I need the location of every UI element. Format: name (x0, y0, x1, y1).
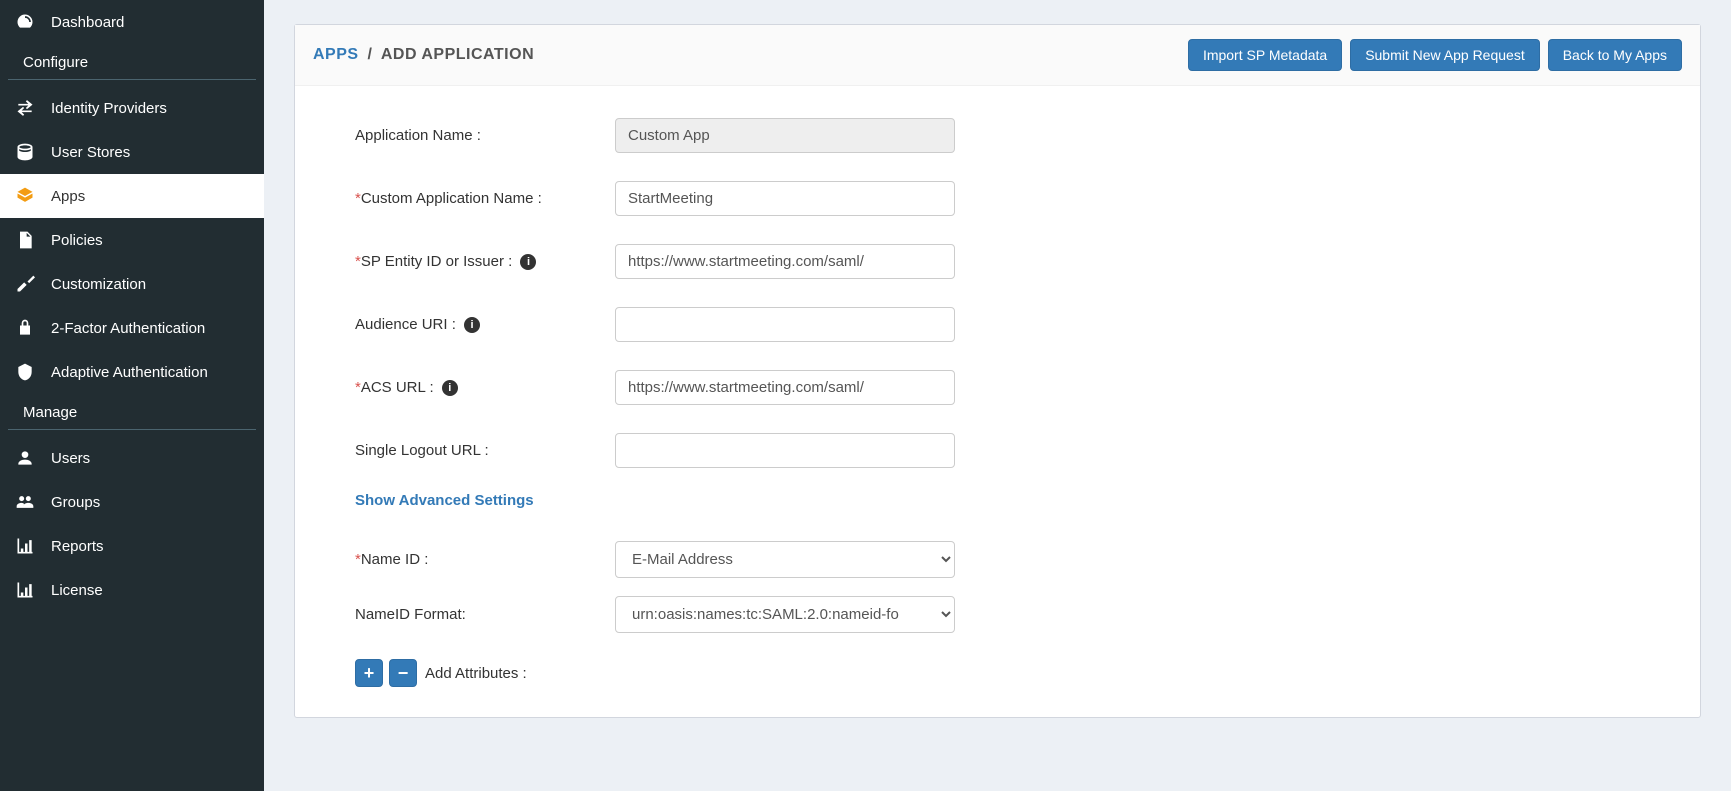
page-header: APPS / ADD APPLICATION Import SP Metadat… (295, 25, 1700, 86)
label-custom-app-name: *Custom Application Name : (355, 190, 615, 207)
label-text: Custom Application Name : (361, 190, 542, 207)
idp-icon (15, 98, 35, 118)
sidebar-item-license[interactable]: License (0, 568, 264, 612)
sidebar-heading-manage: Manage (8, 394, 256, 430)
sidebar-label: Groups (51, 494, 100, 511)
reports-icon (15, 536, 35, 556)
header-button-row: Import SP Metadata Submit New App Reques… (1188, 39, 1682, 71)
breadcrumb-current: ADD APPLICATION (381, 46, 534, 63)
import-sp-metadata-button[interactable]: Import SP Metadata (1188, 39, 1342, 71)
label-audience-uri: Audience URI : i (355, 316, 615, 333)
sidebar-item-groups[interactable]: Groups (0, 480, 264, 524)
input-application-name (615, 118, 955, 153)
sidebar-item-dashboard[interactable]: Dashboard (0, 0, 264, 44)
row-application-name: Application Name : (355, 104, 1640, 167)
sidebar-item-users[interactable]: Users (0, 436, 264, 480)
users-icon (15, 448, 35, 468)
remove-attribute-button[interactable]: − (389, 659, 417, 687)
input-sp-entity-id[interactable] (615, 244, 955, 279)
row-acs-url: *ACS URL : i (355, 356, 1640, 419)
sidebar-label: Apps (51, 188, 85, 205)
breadcrumb-sep: / (364, 46, 377, 63)
sidebar-label: Identity Providers (51, 100, 167, 117)
submit-new-app-request-button[interactable]: Submit New App Request (1350, 39, 1540, 71)
sidebar-item-user-stores[interactable]: User Stores (0, 130, 264, 174)
label-application-name: Application Name : (355, 127, 615, 144)
sidebar-item-2fa[interactable]: 2-Factor Authentication (0, 306, 264, 350)
apps-icon (15, 186, 35, 206)
add-attribute-button[interactable]: + (355, 659, 383, 687)
policies-icon (15, 230, 35, 250)
info-icon[interactable]: i (520, 254, 536, 270)
label-sp-entity-id: *SP Entity ID or Issuer : i (355, 253, 615, 270)
sidebar-label: Users (51, 450, 90, 467)
row-single-logout-url: Single Logout URL : (355, 419, 1640, 482)
label-text: Audience URI : (355, 316, 456, 333)
select-nameid-format[interactable]: urn:oasis:names:tc:SAML:2.0:nameid-fo (615, 596, 955, 633)
main-content: APPS / ADD APPLICATION Import SP Metadat… (264, 0, 1731, 791)
userstore-icon (15, 142, 35, 162)
sidebar-item-apps[interactable]: Apps (0, 174, 264, 218)
plus-icon: + (364, 663, 375, 684)
sidebar-label: Dashboard (51, 14, 124, 31)
breadcrumb: APPS / ADD APPLICATION (313, 46, 534, 64)
sidebar-label: Adaptive Authentication (51, 364, 208, 381)
label-nameid-format: NameID Format: (355, 606, 615, 623)
input-acs-url[interactable] (615, 370, 955, 405)
sidebar-item-identity-providers[interactable]: Identity Providers (0, 86, 264, 130)
info-icon[interactable]: i (464, 317, 480, 333)
input-custom-app-name[interactable] (615, 181, 955, 216)
sidebar-item-reports[interactable]: Reports (0, 524, 264, 568)
sidebar-heading-configure: Configure (8, 44, 256, 80)
groups-icon (15, 492, 35, 512)
input-single-logout-url[interactable] (615, 433, 955, 468)
label-text: ACS URL : (361, 379, 434, 396)
row-add-attributes: + − Add Attributes : (355, 647, 1640, 687)
sidebar-label: Customization (51, 276, 146, 293)
back-to-my-apps-button[interactable]: Back to My Apps (1548, 39, 1682, 71)
sidebar-label: Reports (51, 538, 104, 555)
form-body: Application Name : *Custom Application N… (295, 86, 1700, 717)
row-sp-entity-id: *SP Entity ID or Issuer : i (355, 230, 1640, 293)
sidebar-label: 2-Factor Authentication (51, 320, 205, 337)
dashboard-icon (15, 12, 35, 32)
row-name-id: *Name ID : E-Mail Address (355, 527, 1640, 592)
label-text: SP Entity ID or Issuer : (361, 253, 512, 270)
page-card: APPS / ADD APPLICATION Import SP Metadat… (294, 24, 1701, 718)
sidebar-label: User Stores (51, 144, 130, 161)
sidebar-label: License (51, 582, 103, 599)
adaptive-icon (15, 362, 35, 382)
label-add-attributes: Add Attributes : (425, 665, 527, 682)
show-advanced-settings-link[interactable]: Show Advanced Settings (355, 482, 534, 527)
row-audience-uri: Audience URI : i (355, 293, 1640, 356)
customization-icon (15, 274, 35, 294)
label-name-id: *Name ID : (355, 551, 615, 568)
label-text: Name ID : (361, 551, 429, 568)
sidebar-item-policies[interactable]: Policies (0, 218, 264, 262)
label-single-logout-url: Single Logout URL : (355, 442, 615, 459)
label-acs-url: *ACS URL : i (355, 379, 615, 396)
info-icon[interactable]: i (442, 380, 458, 396)
license-icon (15, 580, 35, 600)
breadcrumb-root[interactable]: APPS (313, 46, 359, 63)
twofa-icon (15, 318, 35, 338)
sidebar-item-adaptive-auth[interactable]: Adaptive Authentication (0, 350, 264, 394)
minus-icon: − (398, 663, 409, 684)
sidebar: Dashboard Configure Identity Providers U… (0, 0, 264, 791)
select-name-id[interactable]: E-Mail Address (615, 541, 955, 578)
row-custom-app-name: *Custom Application Name : (355, 167, 1640, 230)
input-audience-uri[interactable] (615, 307, 955, 342)
sidebar-item-customization[interactable]: Customization (0, 262, 264, 306)
row-nameid-format: NameID Format: urn:oasis:names:tc:SAML:2… (355, 592, 1640, 647)
sidebar-label: Policies (51, 232, 103, 249)
